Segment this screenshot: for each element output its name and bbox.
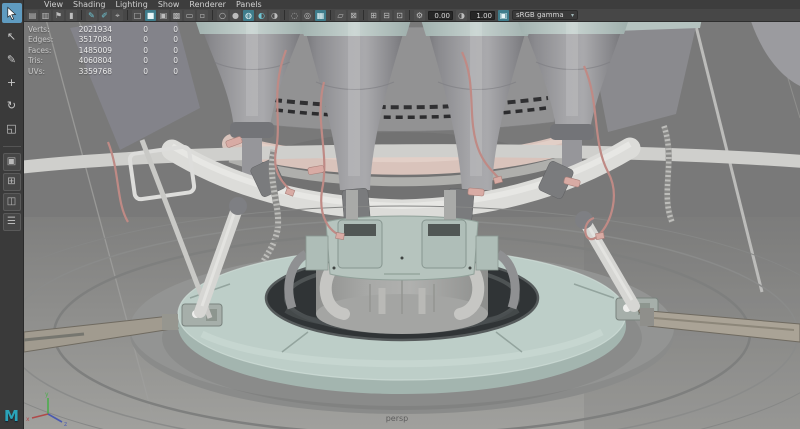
scale-tool[interactable]: ◱ <box>2 118 22 138</box>
gamma-icon[interactable]: ◑ <box>456 10 467 21</box>
toolbar-separator <box>284 10 285 20</box>
motion-blur-icon[interactable]: ◎ <box>302 10 313 21</box>
toolbar-separator <box>330 10 331 20</box>
rotate-tool[interactable]: ↻ <box>2 95 22 115</box>
marker-icon[interactable]: ⌖ <box>112 10 123 21</box>
maya-viewport-window: ↖ ✎ + ↻ ◱ ▣ ⊞ ◫ ☰ M View Shading Lighting Show Rend… <box>0 0 800 429</box>
tool-box: ↖ ✎ + ↻ ◱ ▣ ⊞ ◫ ☰ M <box>0 0 24 429</box>
toolbar-separator <box>363 10 364 20</box>
exposure-icon[interactable]: ⚙ <box>414 10 425 21</box>
toolbar-separator <box>212 10 213 20</box>
resolution-gate-icon[interactable]: ⊟ <box>381 10 392 21</box>
gamma-field[interactable]: 1.00 <box>470 11 495 20</box>
paint-select-tool[interactable]: ✎ <box>2 49 22 69</box>
hud-col3-value: 0 <box>148 25 178 34</box>
color-management-toggle-icon[interactable]: ▣ <box>498 10 509 21</box>
textured-display-icon[interactable]: ◍ <box>243 10 254 21</box>
menu-item-view[interactable]: View <box>44 0 63 9</box>
hud-row: Edges:351708400 <box>28 35 178 46</box>
hud-col2-value: 0 <box>112 35 148 44</box>
hud-total-value: 3359768 <box>66 67 112 76</box>
hud-col3-value: 0 <box>148 46 178 55</box>
lighting-icon[interactable]: ◐ <box>256 10 267 21</box>
camera-label: persp <box>24 414 770 423</box>
hud-col3-value: 0 <box>148 56 178 65</box>
hud-label: Verts: <box>28 25 66 34</box>
two-pane-layout[interactable]: ◫ <box>3 193 21 211</box>
gate-mask-icon[interactable]: ⊡ <box>394 10 405 21</box>
panel-toolbar: ▤▥⚑▮✎✐⌖□■▣▩▭▫○●◍◐◑◌◎▦▱⊠⊞⊟⊡ ⚙ 0.00 ◑ 1.00… <box>24 9 800 22</box>
xray-icon[interactable]: ⊠ <box>348 10 359 21</box>
chevron-down-icon: ▾ <box>565 12 574 19</box>
hud-label: UVs: <box>28 67 66 76</box>
toolbar-separator <box>409 10 410 20</box>
move-tool[interactable]: + <box>2 72 22 92</box>
shaded-display-icon[interactable]: ● <box>230 10 241 21</box>
bounding-box-icon[interactable]: ▭ <box>184 10 195 21</box>
field-chart-icon[interactable]: ⊞ <box>368 10 379 21</box>
hud-col3-value: 0 <box>148 67 178 76</box>
hud-label: Edges: <box>28 35 66 44</box>
outliner-pane-layout[interactable]: ☰ <box>3 213 21 231</box>
exposure-field[interactable]: 0.00 <box>428 11 453 20</box>
hud-label: Tris: <box>28 56 66 65</box>
viewport-canvas[interactable]: y x z <box>24 22 800 429</box>
poly-count-hud: Verts:202193400Edges:351708400Faces:1485… <box>28 24 178 77</box>
use-default-material-icon[interactable]: ○ <box>217 10 228 21</box>
wireframe-icon[interactable]: □ <box>132 10 143 21</box>
toolbar-separator <box>81 10 82 20</box>
isolate-select-icon[interactable]: ▱ <box>335 10 346 21</box>
hud-total-value: 3517084 <box>66 35 112 44</box>
perspective-viewport[interactable]: y x z Verts:202193400Edges:351708400Face… <box>24 22 800 429</box>
axis-y-label: y <box>45 391 49 398</box>
hud-total-value: 2021934 <box>66 25 112 34</box>
menu-item-show[interactable]: Show <box>158 0 180 9</box>
four-pane-layout[interactable]: ⊞ <box>3 173 21 191</box>
hud-total-value: 4060804 <box>66 56 112 65</box>
toolbox-divider <box>3 146 21 147</box>
menu-item-panels[interactable]: Panels <box>236 0 262 9</box>
grease-pencil-icon[interactable]: ✎ <box>86 10 97 21</box>
select-tool[interactable] <box>2 3 22 23</box>
single-pane-layout[interactable]: ▣ <box>3 153 21 171</box>
smooth-shade-wire-icon[interactable]: ▣ <box>158 10 169 21</box>
menu-item-shading[interactable]: Shading <box>73 0 106 9</box>
hud-label: Faces: <box>28 46 66 55</box>
hud-col2-value: 0 <box>112 56 148 65</box>
points-icon[interactable]: ▫ <box>197 10 208 21</box>
view-transform-value: sRGB gamma <box>516 11 564 19</box>
menu-item-renderer[interactable]: Renderer <box>189 0 226 9</box>
hud-row: UVs:335976800 <box>28 66 178 77</box>
menu-item-lighting[interactable]: Lighting <box>115 0 147 9</box>
hud-col2-value: 0 <box>112 46 148 55</box>
screen-space-ao-icon[interactable]: ◌ <box>289 10 300 21</box>
panel-menu-bar: View Shading Lighting Show Renderer Panels <box>24 0 800 9</box>
cursor-arrow-icon <box>5 6 19 20</box>
two-d-pan-zoom-icon[interactable]: ▥ <box>40 10 51 21</box>
lasso-select-tool[interactable]: ↖ <box>2 26 22 46</box>
shadows-icon[interactable]: ◑ <box>269 10 280 21</box>
lock-camera-icon[interactable]: ▮ <box>66 10 77 21</box>
hud-total-value: 1485009 <box>66 46 112 55</box>
view-transform-dropdown[interactable]: sRGB gamma ▾ <box>512 10 578 20</box>
image-plane-icon[interactable]: ▤ <box>27 10 38 21</box>
camera-bookmark-icon[interactable]: ⚑ <box>53 10 64 21</box>
flat-shade-icon[interactable]: ▩ <box>171 10 182 21</box>
hud-col2-value: 0 <box>112 25 148 34</box>
toolbar-separator <box>127 10 128 20</box>
hud-row: Faces:148500900 <box>28 45 178 56</box>
hud-col2-value: 0 <box>112 67 148 76</box>
hud-row: Tris:406080400 <box>28 56 178 67</box>
hud-col3-value: 0 <box>148 35 178 44</box>
smooth-shade-icon[interactable]: ■ <box>145 10 156 21</box>
hud-row: Verts:202193400 <box>28 24 178 35</box>
maya-logo: M <box>4 407 19 425</box>
multisample-aa-icon[interactable]: ▦ <box>315 10 326 21</box>
paint-icon[interactable]: ✐ <box>99 10 110 21</box>
